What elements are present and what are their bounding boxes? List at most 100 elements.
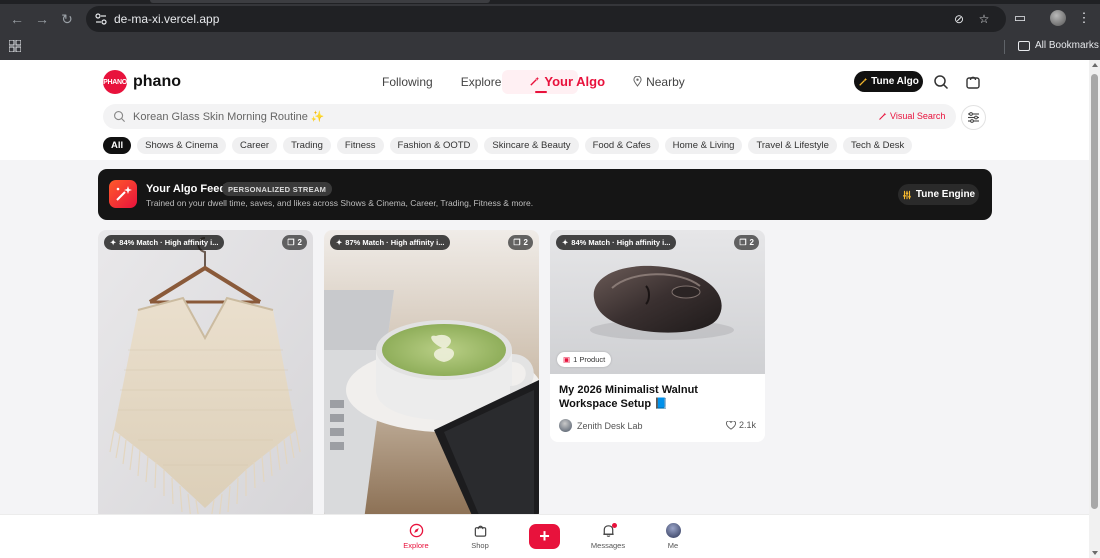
create-post-button[interactable]: + — [529, 524, 560, 549]
menu-dots-icon[interactable]: ⋮ — [1076, 10, 1092, 26]
personalized-badge: PERSONALIZED STREAM — [222, 182, 333, 196]
back-icon[interactable]: ← — [8, 10, 26, 28]
nav-your-algo-label: Your Algo — [544, 74, 606, 89]
site-settings-icon[interactable] — [94, 12, 108, 26]
like-button[interactable]: 2.1k — [726, 420, 756, 430]
sliders-icon — [968, 112, 979, 123]
shopping-bag-icon: ▣ — [563, 355, 571, 364]
search-bar[interactable]: Korean Glass Skin Morning Routine ✨ Visu… — [103, 104, 956, 129]
search-icon — [114, 111, 126, 123]
nav-nearby-label: Nearby — [646, 74, 685, 89]
filter-button[interactable] — [961, 105, 986, 130]
layers-icon: ❐ — [513, 238, 521, 247]
active-nav-underline — [535, 91, 547, 93]
tune-engine-button[interactable]: Tune Engine — [898, 184, 979, 205]
scrollbar-thumb[interactable] — [1091, 74, 1098, 509]
chip-travel-lifestyle[interactable]: Travel & Lifestyle — [748, 137, 837, 154]
nav-following[interactable]: Following — [382, 75, 433, 89]
chip-trading[interactable]: Trading — [283, 137, 331, 154]
page-scrollbar[interactable] — [1089, 60, 1100, 558]
nav-nearby[interactable]: Nearby — [633, 75, 685, 89]
scroll-up-arrow[interactable] — [1092, 63, 1098, 67]
logo[interactable]: PHANO phano — [103, 70, 181, 94]
bottom-nav-explore[interactable]: Explore — [396, 523, 436, 550]
sliders-icon — [903, 190, 911, 199]
media-count-badge: ❐ 2 — [734, 235, 759, 250]
chip-tech-desk[interactable]: Tech & Desk — [842, 137, 913, 154]
chip-shows-cinema[interactable]: Shows & Cinema — [137, 137, 227, 154]
logo-text: phano — [133, 73, 181, 90]
sparkle-wand-icon — [879, 112, 887, 120]
nav-your-algo[interactable]: Your Algo — [529, 74, 605, 89]
bottom-nav-explore-label: Explore — [403, 541, 429, 550]
shopping-bag-icon — [474, 525, 486, 537]
like-count: 2.1k — [738, 420, 756, 430]
all-bookmarks-button[interactable]: All Bookmarks — [1018, 40, 1099, 51]
bottom-nav-messages[interactable]: Messages — [588, 523, 628, 550]
product-tag-text: 1 Product — [573, 355, 606, 364]
chip-fitness[interactable]: Fitness — [336, 137, 384, 154]
tab-strip — [0, 0, 1100, 4]
reload-icon[interactable]: ↻ — [58, 10, 76, 28]
nav-explore[interactable]: Explore — [461, 75, 502, 89]
bookmarks-bar: All Bookmarks — [0, 36, 1100, 60]
algo-feed-banner: Your Algo Feed PERSONALIZED STREAM Train… — [98, 169, 992, 220]
media-count-badge: ❐ 2 — [282, 235, 307, 250]
match-badge: ✦ 87% Match · High affinity i... — [330, 235, 451, 250]
sparkle-wand-icon — [530, 76, 540, 86]
location-pin-icon — [633, 76, 642, 87]
tune-algo-button[interactable]: Tune Algo — [854, 71, 923, 92]
profile-avatar[interactable] — [1050, 10, 1066, 26]
visual-search-button[interactable]: Visual Search — [878, 111, 945, 121]
active-tab-edge[interactable] — [150, 0, 490, 3]
feed-card[interactable]: ✦ 84% Match · High affinity i... ❐ 2 ▣ 1 Pr… — [550, 230, 765, 442]
banner-title: Your Algo Feed — [146, 183, 227, 195]
scroll-down-arrow[interactable] — [1092, 551, 1098, 555]
author-name: Zenith Desk Lab — [577, 420, 643, 431]
feed-card[interactable]: ✦ 87% Match · High affinity i... ❐ 2 — [324, 230, 539, 520]
url-text[interactable]: de-ma-xi.vercel.app — [114, 12, 219, 26]
match-badge-text: 84% Match · High affinity i... — [571, 238, 671, 247]
category-chips: All Shows & Cinema Career Trading Fitnes… — [103, 137, 913, 154]
sparkle-icon: ✦ — [562, 238, 569, 247]
notification-dot — [612, 523, 617, 528]
bookmark-star-icon[interactable]: ☆ — [977, 12, 991, 26]
chip-skincare-beauty[interactable]: Skincare & Beauty — [484, 137, 579, 154]
chip-career[interactable]: Career — [232, 137, 278, 154]
browser-chrome: ← → ↻ de-ma-xi.vercel.app ⊘ ☆ ▭ ⋮ All Bo… — [0, 0, 1100, 60]
media-count: 2 — [749, 238, 754, 247]
folder-icon — [1018, 40, 1030, 51]
bottom-nav-me[interactable]: Me — [653, 523, 693, 550]
card-image-poncho — [98, 230, 313, 520]
bottom-nav-shop-label: Shop — [471, 541, 489, 550]
chip-all[interactable]: All — [103, 137, 132, 154]
address-bar[interactable]: de-ma-xi.vercel.app ⊘ ☆ — [86, 6, 1006, 32]
product-tag[interactable]: ▣ 1 Product — [557, 352, 612, 367]
feed-card[interactable]: ✦ 84% Match · High affinity i... ❐ 2 — [98, 230, 313, 520]
eye-off-icon[interactable]: ⊘ — [952, 12, 966, 26]
sparkle-icon: ✦ — [110, 238, 117, 247]
all-bookmarks-label: All Bookmarks — [1035, 40, 1099, 51]
layers-icon: ❐ — [739, 238, 747, 247]
chip-home-living[interactable]: Home & Living — [664, 137, 743, 154]
card-author[interactable]: Zenith Desk Lab — [559, 419, 643, 432]
apps-grid-icon[interactable] — [9, 40, 21, 52]
search-input[interactable]: Korean Glass Skin Morning Routine ✨ — [133, 110, 325, 123]
logo-mark: PHANO — [103, 70, 127, 94]
shopping-bag-icon[interactable] — [965, 74, 981, 90]
bottom-nav-shop[interactable]: Shop — [460, 523, 500, 550]
tune-engine-label: Tune Engine — [915, 189, 976, 200]
card-title[interactable]: My 2026 Minimalist Walnut Workspace Setu… — [559, 383, 755, 411]
top-nav: Following Explore Your Algo Nearby — [382, 74, 713, 89]
search-icon[interactable] — [933, 74, 949, 90]
forward-icon[interactable]: → — [33, 10, 51, 28]
chip-food-cafes[interactable]: Food & Cafes — [584, 137, 659, 154]
algo-feed-icon — [109, 180, 137, 208]
bottom-nav: Explore Shop + Messages Me — [0, 514, 1089, 558]
layers-icon: ❐ — [287, 238, 295, 247]
chip-fashion-ootd[interactable]: Fashion & OOTD — [389, 137, 479, 154]
bookmarks-separator — [1004, 40, 1005, 54]
extensions-icon[interactable]: ▭ — [1012, 10, 1028, 26]
card-image-matcha-latte — [324, 230, 539, 520]
match-badge-text: 87% Match · High affinity i... — [345, 238, 445, 247]
